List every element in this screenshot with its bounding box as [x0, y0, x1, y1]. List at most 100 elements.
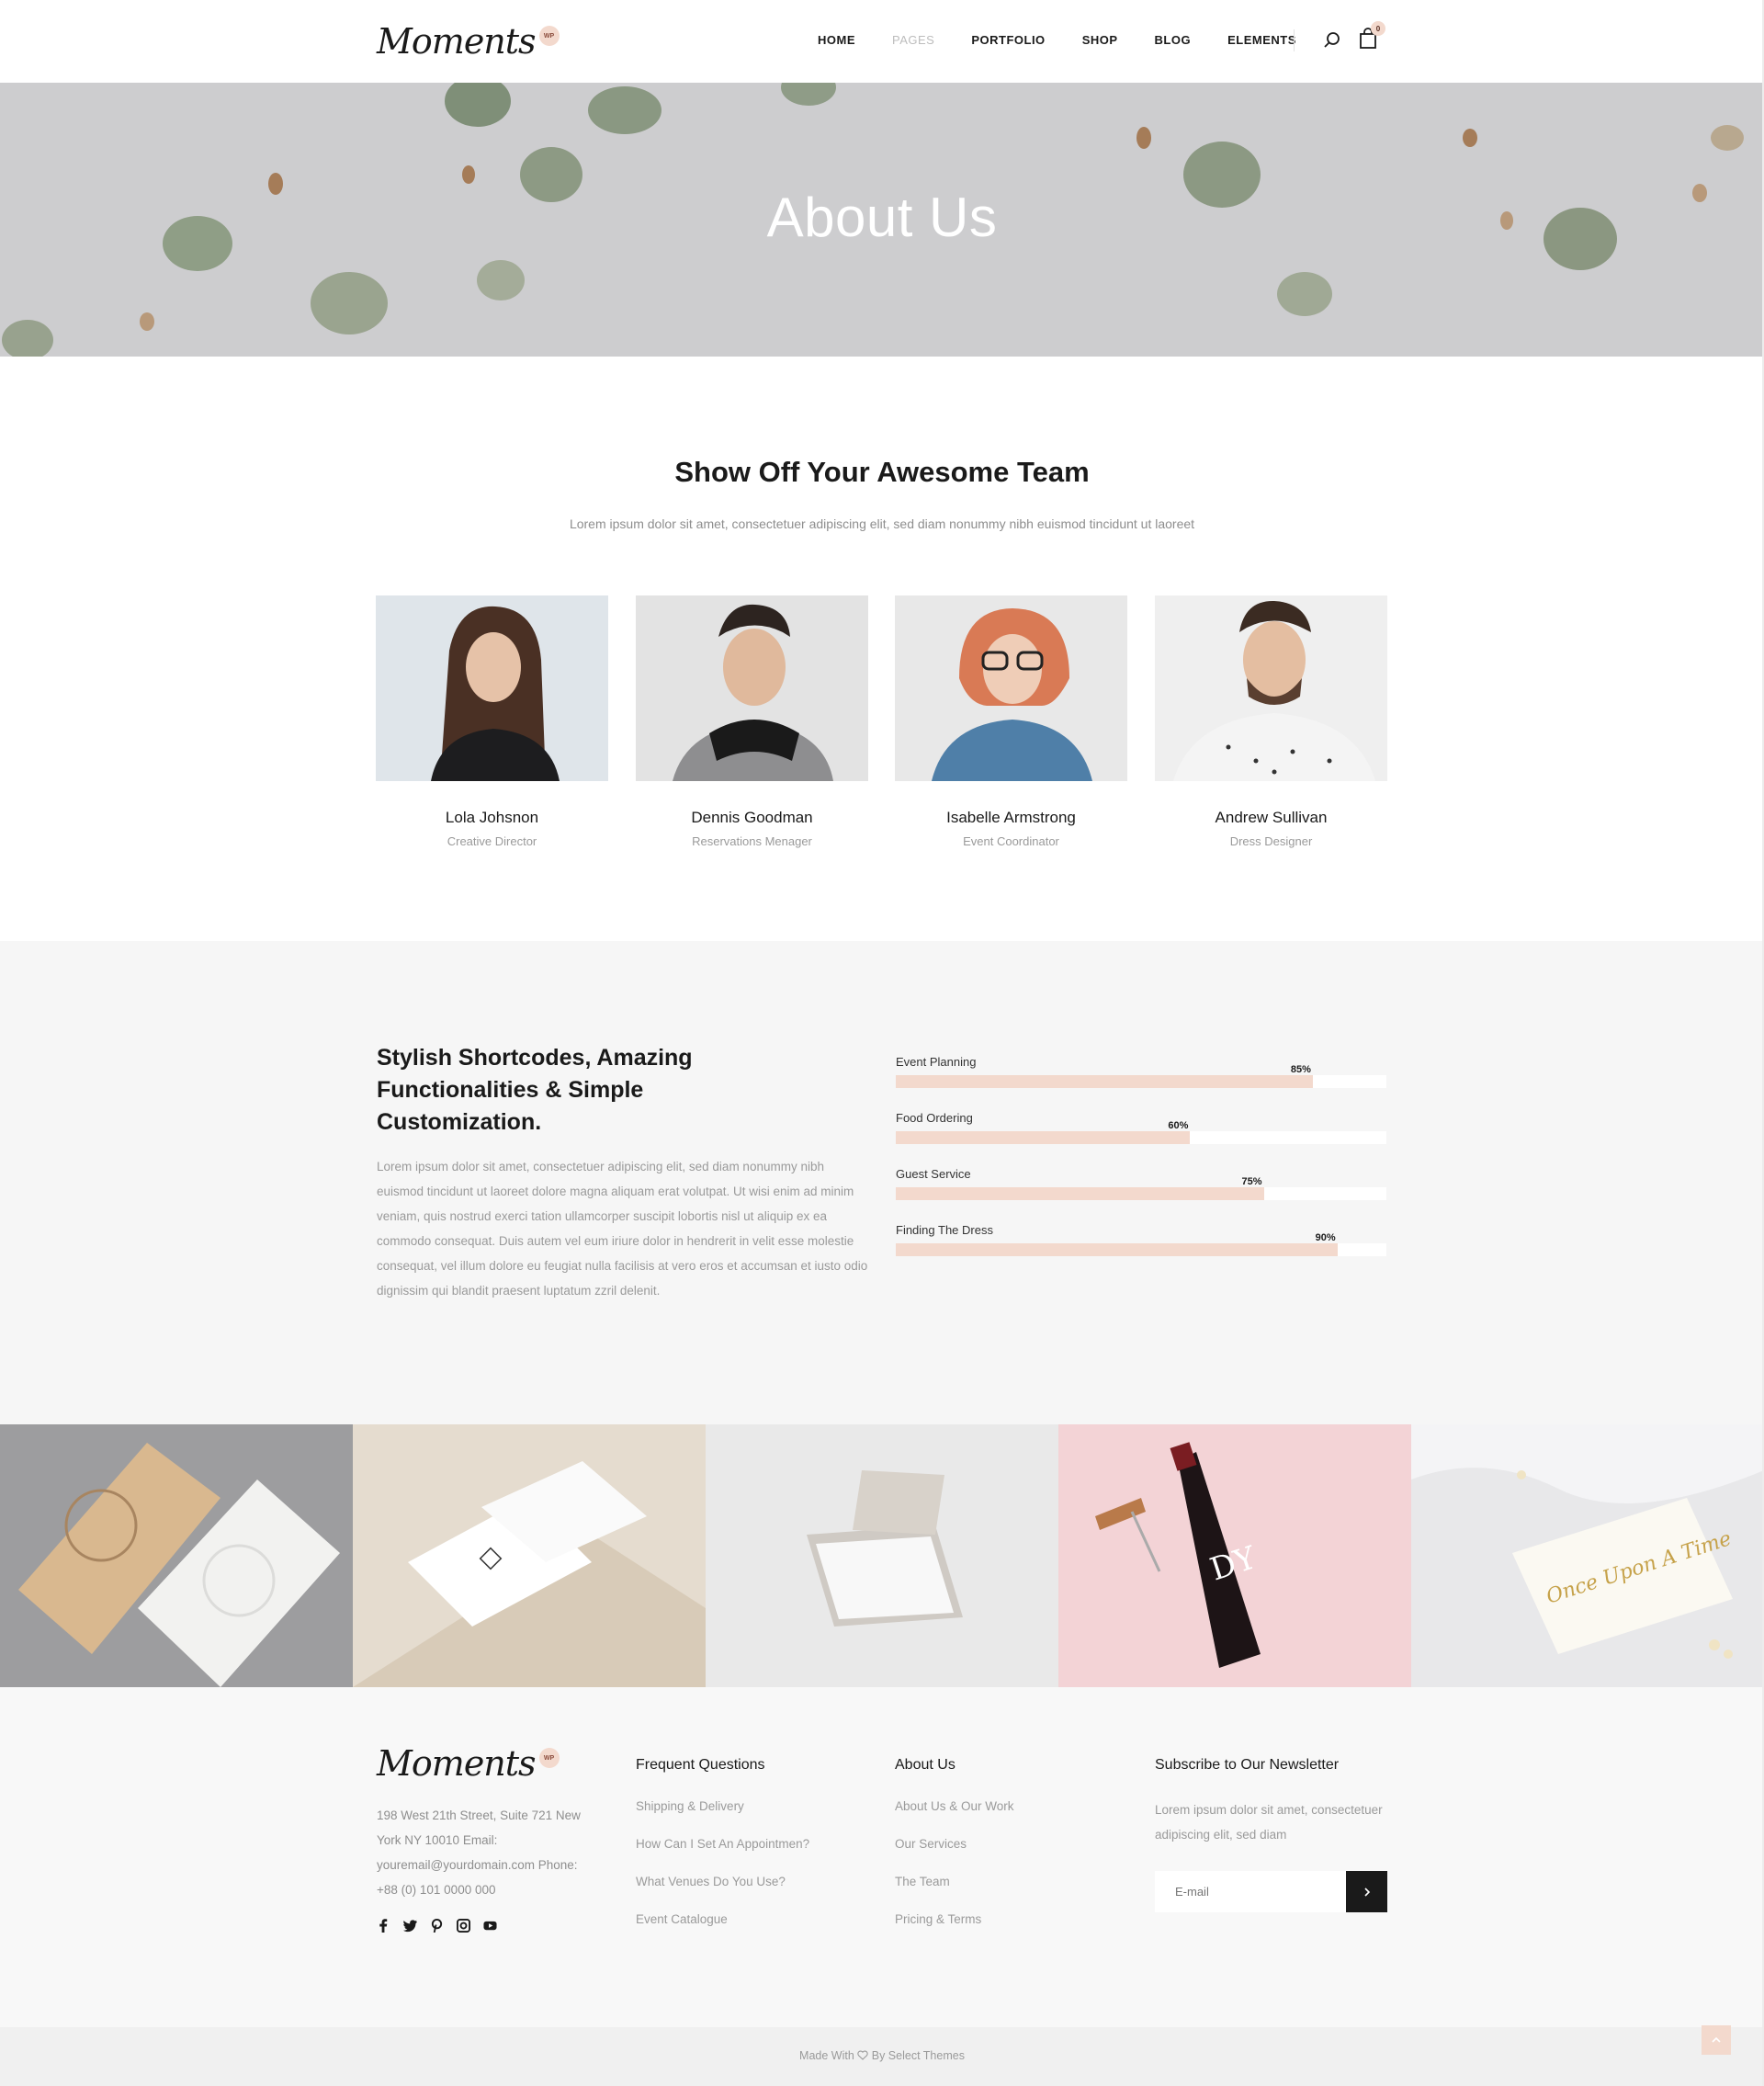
- nav-portfolio[interactable]: PORTFOLIO: [971, 33, 1045, 48]
- site-logo[interactable]: Moments WP: [377, 20, 560, 62]
- site-footer: Moments WP 198 West 21th Street, Suite 7…: [0, 1687, 1764, 2027]
- main-nav: HOME PAGES PORTFOLIO SHOP BLOG ELEMENTS: [818, 33, 1333, 48]
- team-member-card[interactable]: Dennis Goodman Reservations Menager: [636, 595, 868, 848]
- nav-shop[interactable]: SHOP: [1082, 33, 1118, 48]
- progress-bar-fill: [896, 1187, 1264, 1200]
- footer-link[interactable]: The Team: [895, 1873, 1014, 1890]
- footer-logo[interactable]: Moments WP: [377, 1742, 560, 1785]
- pinterest-icon[interactable]: [430, 1919, 444, 1933]
- nav-home[interactable]: HOME: [818, 33, 855, 48]
- youtube-icon[interactable]: [483, 1919, 497, 1933]
- team-member-name: Andrew Sullivan: [1215, 809, 1328, 826]
- team-section-subtitle: Lorem ipsum dolor sit amet, consectetuer…: [569, 516, 1195, 531]
- team-member-role: Dress Designer: [1229, 834, 1313, 848]
- team-member-role: Event Coordinator: [963, 834, 1059, 848]
- nav-divider: [1294, 29, 1295, 51]
- footer-credits: Made With By Select Themes: [0, 2049, 1764, 2062]
- gallery-item[interactable]: [706, 1424, 1058, 1687]
- card-box-mockup-image: [706, 1424, 1058, 1687]
- footer-column-questions: Frequent Questions Shipping & Delivery H…: [636, 1757, 809, 1948]
- back-to-top-button[interactable]: [1702, 2025, 1731, 2055]
- team-member-photo[interactable]: [376, 595, 608, 781]
- portfolio-gallery: DY Once Upon A Time: [0, 1424, 1764, 1687]
- newsletter-submit-button[interactable]: [1346, 1871, 1387, 1912]
- footer-column-title: About Us: [895, 1757, 956, 1773]
- gallery-item[interactable]: [0, 1424, 353, 1687]
- footer-link[interactable]: Event Catalogue: [636, 1910, 809, 1928]
- team-section-title: Show Off Your Awesome Team: [674, 456, 1090, 488]
- instagram-icon[interactable]: [457, 1919, 470, 1933]
- progress-bar-label: Guest Service: [896, 1167, 971, 1181]
- credits-suffix[interactable]: By Select Themes: [872, 2049, 965, 2062]
- social-links: [377, 1919, 497, 1933]
- footer-link[interactable]: How Can I Set An Appointmen?: [636, 1835, 809, 1853]
- progress-bar-percent: 75%: [1241, 1176, 1262, 1187]
- footer-column-about: About Us About Us & Our Work Our Service…: [895, 1757, 1014, 1948]
- footer-column-title: Frequent Questions: [636, 1757, 765, 1773]
- progress-bar-food-ordering: Food Ordering 60%: [896, 1111, 1386, 1144]
- footer-link[interactable]: Our Services: [895, 1835, 1014, 1853]
- progress-bar-percent: 90%: [1315, 1232, 1336, 1243]
- team-member-name: Isabelle Armstrong: [946, 809, 1076, 826]
- invitation-card-mockup-image: Once Upon A Time: [1411, 1424, 1764, 1687]
- newsletter-email-input[interactable]: [1155, 1871, 1346, 1912]
- progress-bar-track: 90%: [896, 1232, 1386, 1256]
- progress-bar-fill: [896, 1243, 1338, 1256]
- team-member-photo[interactable]: [1155, 595, 1387, 781]
- credits-prefix: Made With: [799, 2049, 854, 2062]
- gallery-item[interactable]: [353, 1424, 706, 1687]
- gallery-item[interactable]: DY: [1058, 1424, 1411, 1687]
- team-member-card[interactable]: Isabelle Armstrong Event Coordinator: [895, 595, 1127, 848]
- twitter-icon[interactable]: [403, 1919, 417, 1933]
- newsletter-form: [1155, 1871, 1387, 1912]
- search-icon[interactable]: [1323, 31, 1341, 50]
- progress-bar-percent: 60%: [1168, 1120, 1189, 1131]
- progress-bar-finding-the-dress: Finding The Dress 90%: [896, 1223, 1386, 1256]
- team-member-card[interactable]: Andrew Sullivan Dress Designer: [1155, 595, 1387, 848]
- chevron-right-icon: [1363, 1887, 1370, 1897]
- team-member-name: Lola Johsnon: [445, 809, 539, 826]
- skills-section-text: Lorem ipsum dolor sit amet, consectetuer…: [377, 1160, 868, 1298]
- chevron-up-icon: [1712, 2036, 1721, 2043]
- progress-bar-track: 75%: [896, 1176, 1386, 1200]
- progress-bar-label: Finding The Dress: [896, 1223, 993, 1237]
- progress-bar-guest-service: Guest Service 75%: [896, 1167, 1386, 1200]
- team-member-name: Dennis Goodman: [691, 809, 813, 826]
- footer-logo-badge: WP: [538, 1748, 560, 1768]
- progress-bar-event-planning: Event Planning 85%: [896, 1055, 1386, 1088]
- team-member-photo[interactable]: [636, 595, 868, 781]
- nav-pages[interactable]: PAGES: [892, 33, 934, 48]
- footer-link[interactable]: About Us & Our Work: [895, 1797, 1014, 1815]
- team-member-role: Reservations Menager: [692, 834, 812, 848]
- heart-icon: [857, 2050, 868, 2060]
- newsletter-title: Subscribe to Our Newsletter: [1155, 1757, 1340, 1773]
- footer-link[interactable]: Pricing & Terms: [895, 1910, 1014, 1928]
- site-header: Moments WP HOME PAGES PORTFOLIO SHOP BLO…: [0, 0, 1764, 83]
- hero-banner: About Us: [0, 83, 1764, 357]
- progress-bar-fill: [896, 1131, 1191, 1144]
- nav-blog[interactable]: BLOG: [1155, 33, 1192, 48]
- team-member-card[interactable]: Lola Johsnon Creative Director: [376, 595, 608, 848]
- footer-logo-text: Moments: [377, 1743, 537, 1784]
- progress-bar-label: Event Planning: [896, 1055, 977, 1069]
- progress-bar-fill: [896, 1075, 1313, 1088]
- cart-count-badge: 0: [1371, 21, 1385, 36]
- footer-link[interactable]: Shipping & Delivery: [636, 1797, 809, 1815]
- footer-link[interactable]: What Venues Do You Use?: [636, 1873, 809, 1890]
- nav-elements[interactable]: ELEMENTS: [1227, 33, 1296, 48]
- gallery-item[interactable]: Once Upon A Time: [1411, 1424, 1764, 1687]
- progress-bar-percent: 85%: [1290, 1064, 1311, 1075]
- progress-bar-track: 85%: [896, 1064, 1386, 1088]
- skills-section: Stylish Shortcodes, Amazing Functionalit…: [0, 941, 1764, 1424]
- facebook-icon[interactable]: [377, 1919, 390, 1933]
- skills-section-title: Stylish Shortcodes, Amazing Functionalit…: [377, 1045, 693, 1135]
- branding-mockup-image: [0, 1424, 353, 1687]
- page-title: About Us: [766, 187, 998, 248]
- team-member-photo[interactable]: [895, 595, 1127, 781]
- progress-bar-track: 60%: [896, 1120, 1386, 1144]
- business-card-mockup-image: [353, 1424, 706, 1687]
- footer-contact-info: 198 West 21th Street, Suite 721 New York…: [377, 1808, 581, 1897]
- footer-bottom-bar: Made With By Select Themes: [0, 2027, 1764, 2086]
- team-member-role: Creative Director: [447, 834, 537, 848]
- newsletter-text: Lorem ipsum dolor sit amet, consectetuer…: [1155, 1803, 1383, 1842]
